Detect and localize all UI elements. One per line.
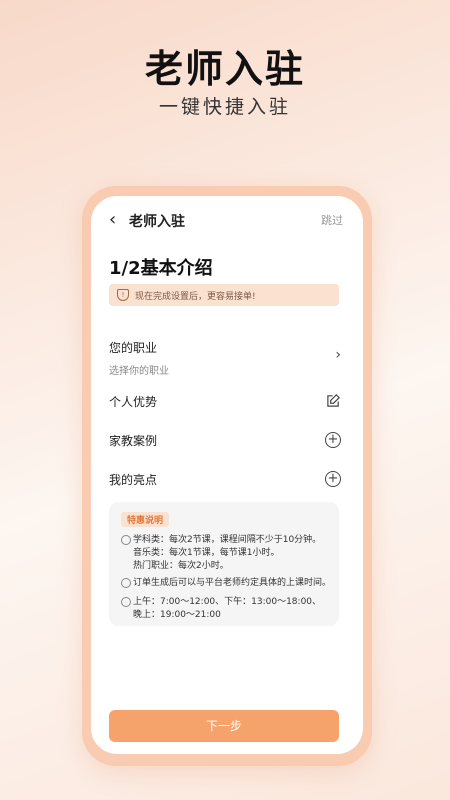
tips-box: 特惠说明 学科类：每次2节课，课程间隔不少于10分钟。 音乐类：每次1节课，每节… — [109, 502, 339, 626]
tip-line: 学科类：每次2节课，课程间隔不少于10分钟。 — [133, 535, 322, 545]
occupation-label: 您的职业 — [109, 341, 158, 355]
tip-item: 学科类：每次2节课，课程间隔不少于10分钟。 音乐类：每次1节课，每节课1小时。… — [121, 534, 331, 573]
chevron-left-icon[interactable]: ‹ — [109, 209, 116, 230]
tip-line: 音乐类：每次1节课，每节课1小时。 — [133, 548, 280, 558]
occupation-placeholder: 选择你的职业 — [109, 366, 169, 377]
notice-banner: ! 现在完成设置后，更容易接单! — [109, 284, 339, 306]
highlights-label: 我的亮点 — [109, 473, 158, 487]
occupation-row[interactable]: 您的职业 选择你的职业 › — [109, 339, 341, 377]
bullet-icon — [121, 578, 131, 588]
tip-item: 订单生成后可以与平台老师约定具体的上课时间。 — [121, 577, 331, 590]
shield-icon: ! — [117, 289, 129, 301]
next-button[interactable]: 下一步 — [109, 710, 339, 742]
tip-line: 订单生成后可以与平台老师约定具体的上课时间。 — [133, 578, 332, 588]
hero-title: 老师入驻 — [144, 47, 305, 91]
add-circle-icon[interactable]: + — [325, 471, 341, 487]
tip-line: 热门职业：每次2小时。 — [133, 561, 229, 571]
step-title: 1/2基本介绍 — [109, 258, 213, 279]
cases-label: 家教案例 — [109, 434, 158, 448]
tip-line: 上午：7:00～12:00、下午：13:00～18:00、 — [133, 597, 322, 607]
bullet-icon — [121, 535, 131, 545]
phone-screen: ‹ 老师入驻 跳过 1/2基本介绍 ! 现在完成设置后，更容易接单! 您的职业 … — [91, 196, 363, 754]
hero-subtitle: 一键快捷入驻 — [158, 96, 291, 118]
chevron-right-icon[interactable]: › — [335, 347, 341, 363]
nav-title: 老师入驻 — [129, 214, 185, 230]
edit-icon[interactable] — [326, 393, 341, 412]
advantages-row[interactable]: 个人优势 — [109, 393, 341, 410]
add-circle-icon[interactable]: + — [325, 432, 341, 448]
cases-row[interactable]: 家教案例 + — [109, 432, 341, 449]
advantages-label: 个人优势 — [109, 395, 158, 409]
highlights-row[interactable]: 我的亮点 + — [109, 471, 341, 488]
tips-tag: 特惠说明 — [121, 512, 170, 527]
tip-line: 晚上：19:00～21:00 — [133, 610, 221, 620]
tip-item: 上午：7:00～12:00、下午：13:00～18:00、 晚上：19:00～2… — [121, 596, 331, 622]
bullet-icon — [121, 597, 131, 607]
notice-text: 现在完成设置后，更容易接单! — [135, 291, 256, 302]
skip-button[interactable]: 跳过 — [321, 212, 343, 228]
